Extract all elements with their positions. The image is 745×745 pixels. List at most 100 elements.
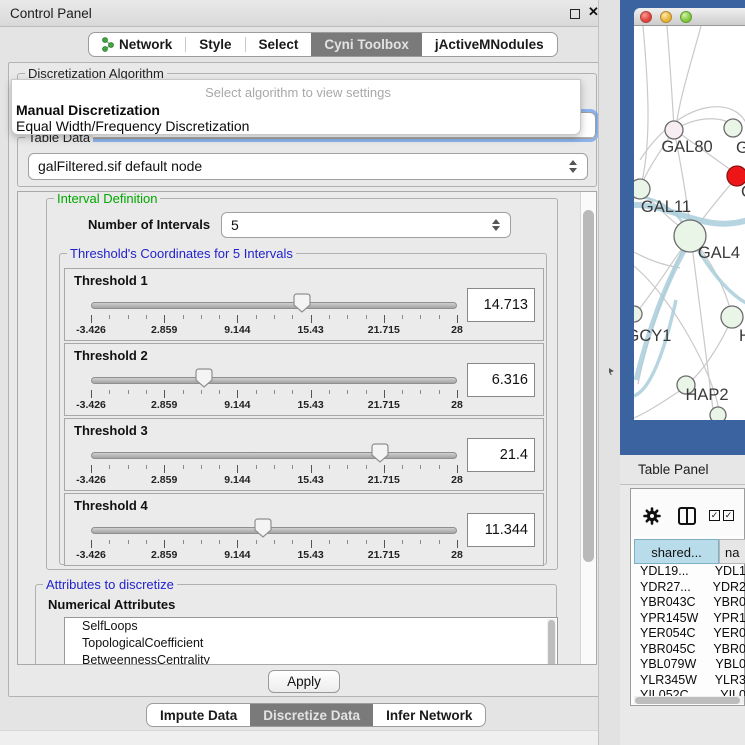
checkbox-icon[interactable]: ✓ bbox=[709, 510, 720, 521]
attribute-list-item[interactable]: TopologicalCoefficient bbox=[65, 635, 557, 652]
threshold-slider-track[interactable] bbox=[91, 377, 457, 384]
tab-style[interactable]: Style bbox=[186, 33, 244, 56]
attribute-list-item[interactable]: SelfLoops bbox=[65, 618, 557, 635]
table-panel-title: Table Panel bbox=[638, 462, 709, 477]
attributes-scrollbar[interactable] bbox=[547, 619, 556, 665]
settings-scrollbar[interactable] bbox=[580, 192, 596, 665]
table-cell: YIL0 bbox=[714, 688, 745, 696]
table-cell: YBR0 bbox=[707, 642, 745, 658]
slider-tick bbox=[439, 540, 440, 544]
threshold-value-field[interactable]: 11.344 bbox=[467, 513, 535, 547]
threshold-value-field[interactable]: 21.4 bbox=[467, 438, 535, 472]
network-node[interactable] bbox=[710, 407, 726, 420]
network-edge[interactable] bbox=[667, 26, 674, 127]
tab-impute-data[interactable]: Impute Data bbox=[147, 704, 250, 726]
attributes-scrollbar-thumb[interactable] bbox=[548, 620, 555, 665]
slider-tick bbox=[237, 465, 238, 473]
tab-infer-network[interactable]: Infer Network bbox=[373, 704, 485, 726]
attributes-listbox[interactable]: SelfLoopsTopologicalCoefficientBetweenne… bbox=[64, 617, 558, 665]
attribute-list-item[interactable]: BetweennessCentrality bbox=[65, 652, 557, 665]
slider-tick bbox=[201, 390, 202, 394]
table-row[interactable]: YDL19...YDL1 bbox=[634, 564, 745, 580]
slider-tick bbox=[347, 390, 348, 394]
slider-tick bbox=[366, 315, 367, 319]
table-row[interactable]: YER054CYER0 bbox=[634, 626, 745, 642]
table-row[interactable]: YLR345WYLR3 bbox=[634, 673, 745, 689]
attributes-items: SelfLoopsTopologicalCoefficientBetweenne… bbox=[65, 618, 557, 665]
slider-tick bbox=[402, 390, 403, 394]
threshold-slider-track[interactable] bbox=[91, 302, 457, 309]
table-row[interactable]: YDR27...YDR2 bbox=[634, 580, 745, 596]
dropdown-option[interactable]: Manual Discretization bbox=[16, 102, 580, 118]
tab-cyni-toolbox[interactable]: Cyni Toolbox bbox=[311, 33, 422, 56]
column-header-shared-[interactable]: shared... bbox=[634, 539, 719, 564]
settings-scrollbar-thumb[interactable] bbox=[583, 210, 594, 562]
tab-jactivemnodules[interactable]: jActiveMNodules bbox=[422, 33, 557, 56]
slider-tick bbox=[128, 315, 129, 319]
dropdown-option[interactable]: Equal Width/Frequency Discretization bbox=[16, 118, 580, 134]
slider-handle[interactable] bbox=[195, 368, 213, 388]
close-traffic-light-icon[interactable] bbox=[640, 11, 652, 23]
slider-tick bbox=[164, 390, 165, 398]
table-row[interactable]: YIL052CYIL0 bbox=[634, 688, 745, 696]
table-data-combobox[interactable]: galFiltered.sif default node bbox=[28, 153, 588, 180]
table-cell: YIL052C bbox=[634, 688, 714, 696]
slider-tick bbox=[256, 540, 257, 544]
threshold-panel: Threshold 3-3.4262.8599.14415.4321.71528… bbox=[64, 418, 544, 491]
column-layout-icon[interactable] bbox=[678, 507, 696, 525]
network-node-gal80[interactable] bbox=[665, 121, 683, 139]
checkbox-icon[interactable]: ✓ bbox=[723, 510, 734, 521]
number-of-intervals-label: Number of Intervals bbox=[88, 217, 210, 232]
slider-handle[interactable] bbox=[254, 518, 272, 538]
network-edge[interactable] bbox=[641, 26, 648, 186]
number-of-intervals-spinner[interactable]: 5 bbox=[221, 212, 511, 238]
network-node-gal11[interactable] bbox=[634, 179, 650, 199]
apply-button[interactable]: Apply bbox=[268, 670, 340, 693]
network-node-h[interactable] bbox=[721, 306, 743, 328]
table-hscrollbar[interactable] bbox=[634, 696, 744, 704]
dropdown-options: Manual DiscretizationEqual Width/Frequen… bbox=[16, 102, 580, 134]
network-edge[interactable] bbox=[676, 26, 701, 127]
threshold-slider-track[interactable] bbox=[91, 527, 457, 534]
slider-handle[interactable] bbox=[293, 293, 311, 313]
tab-label: Select bbox=[259, 37, 299, 52]
table-row[interactable]: YPR145WYPR1 bbox=[634, 611, 745, 627]
slider-tick bbox=[109, 465, 110, 469]
slider-handle[interactable] bbox=[371, 443, 389, 463]
tab-discretize-data[interactable]: Discretize Data bbox=[250, 704, 373, 726]
table-row[interactable]: YBR043CYBR0 bbox=[634, 595, 745, 611]
slider-tick bbox=[256, 465, 257, 469]
tab-network[interactable]: Network bbox=[89, 33, 185, 56]
threshold-value-field[interactable]: 6.316 bbox=[467, 363, 535, 397]
tab-label: Cyni Toolbox bbox=[324, 37, 409, 52]
network-node-label: GAL11 bbox=[641, 198, 691, 216]
interval-definition-group: Interval Definition Number of Intervals … bbox=[46, 198, 558, 570]
network-edge-thick[interactable] bbox=[636, 242, 689, 380]
table-row[interactable]: YBL079WYBL0 bbox=[634, 657, 745, 673]
slider-tick bbox=[311, 390, 312, 398]
slider-tick bbox=[219, 315, 220, 319]
slider-tick bbox=[384, 465, 385, 473]
control-panel: Control Panel ✕ NetworkStyleSelectCyni T… bbox=[0, 0, 598, 745]
zoom-traffic-light-icon[interactable] bbox=[680, 11, 692, 23]
table-column-headers: shared...na bbox=[634, 539, 745, 564]
column-header-na[interactable]: na bbox=[719, 539, 745, 564]
network-canvas[interactable]: GAL80GACGAL11GAL4GCY1HHAP2 bbox=[634, 26, 745, 420]
network-window-titlebar[interactable] bbox=[634, 8, 745, 26]
network-node-gcy1[interactable] bbox=[634, 306, 642, 322]
thresholds-group-title: Threshold's Coordinates for 5 Intervals bbox=[67, 246, 296, 261]
threshold-value-field[interactable]: 14.713 bbox=[467, 288, 535, 322]
threshold-slider-track[interactable] bbox=[91, 452, 457, 459]
table-panel: Table Panel ✓ ✓ shared...na YDL19...YDL1… bbox=[620, 455, 745, 745]
slider-tick bbox=[237, 540, 238, 548]
tab-select[interactable]: Select bbox=[246, 33, 312, 56]
slider-tick-label: 15.43 bbox=[297, 399, 323, 411]
table-row[interactable]: YBR045CYBR0 bbox=[634, 642, 745, 658]
slider-tick bbox=[366, 465, 367, 469]
table-hscrollbar-thumb[interactable] bbox=[635, 697, 740, 704]
network-edge[interactable] bbox=[634, 252, 680, 268]
network-node-ga[interactable] bbox=[724, 119, 742, 137]
minimize-traffic-light-icon[interactable] bbox=[660, 11, 672, 23]
gear-icon[interactable] bbox=[643, 507, 661, 525]
float-window-icon[interactable] bbox=[570, 9, 580, 19]
